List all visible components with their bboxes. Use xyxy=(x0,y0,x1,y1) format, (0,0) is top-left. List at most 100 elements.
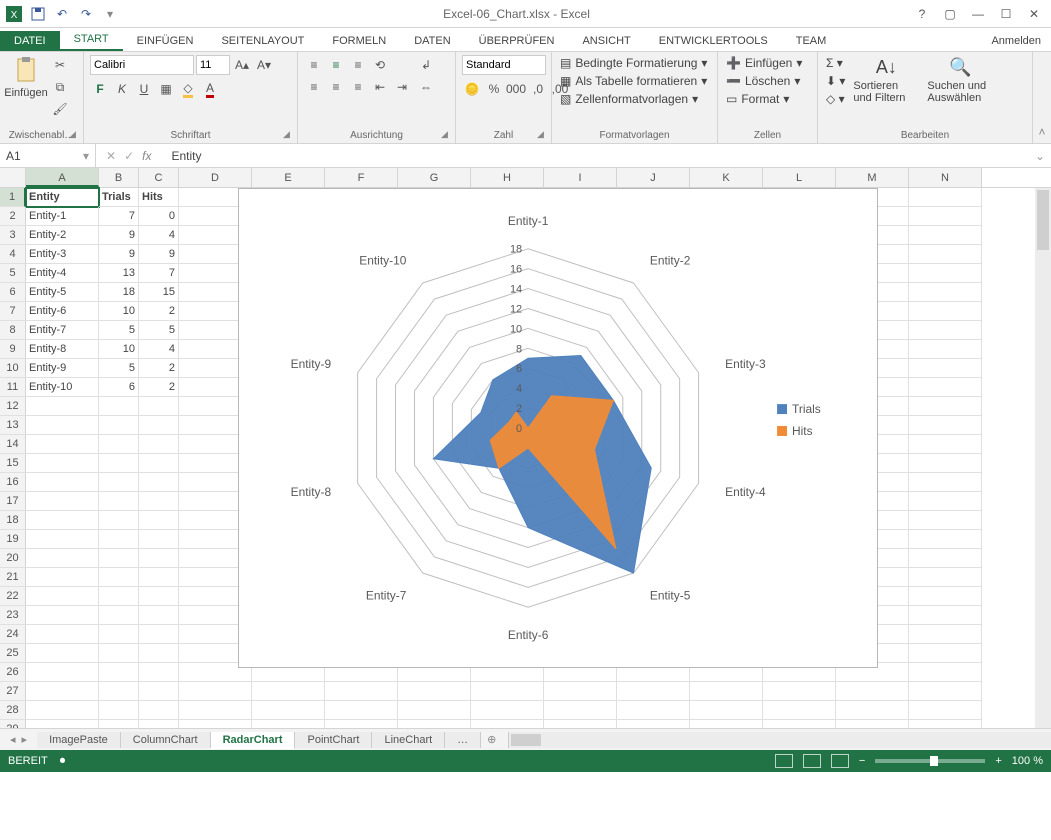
column-header[interactable]: L xyxy=(763,168,836,187)
cell[interactable]: 5 xyxy=(99,359,139,378)
cell[interactable] xyxy=(909,644,982,663)
cell[interactable] xyxy=(690,682,763,701)
cell[interactable] xyxy=(179,720,252,728)
view-normal-icon[interactable] xyxy=(775,754,793,768)
horizontal-scrollbar[interactable] xyxy=(508,732,1051,748)
row-header[interactable]: 24 xyxy=(0,625,26,644)
cell[interactable] xyxy=(26,530,99,549)
cell[interactable] xyxy=(617,682,690,701)
cell[interactable] xyxy=(763,701,836,720)
cell[interactable]: Entity-3 xyxy=(26,245,99,264)
decrease-indent-icon[interactable]: ⇤ xyxy=(370,77,390,97)
cell[interactable] xyxy=(99,416,139,435)
worksheet-grid[interactable]: ABCDEFGHIJKLMN 1EntityTrialsHits2Entity-… xyxy=(0,168,1051,728)
cell[interactable] xyxy=(26,549,99,568)
column-header[interactable]: B xyxy=(99,168,139,187)
cell[interactable] xyxy=(763,682,836,701)
cell[interactable] xyxy=(26,492,99,511)
cell[interactable] xyxy=(26,587,99,606)
cell[interactable]: Entity-5 xyxy=(26,283,99,302)
maximize-icon[interactable]: ☐ xyxy=(993,5,1019,23)
cell[interactable] xyxy=(26,701,99,720)
cell[interactable] xyxy=(26,682,99,701)
sheet-tab-linechart[interactable]: LineChart xyxy=(372,732,445,748)
fx-icon[interactable]: fx xyxy=(142,149,151,163)
cell[interactable]: 7 xyxy=(139,264,179,283)
cell[interactable] xyxy=(139,720,179,728)
font-color-button[interactable]: A xyxy=(200,79,220,99)
save-icon[interactable] xyxy=(30,6,46,22)
orientation-icon[interactable]: ⟲ xyxy=(370,55,390,75)
row-header[interactable]: 26 xyxy=(0,663,26,682)
cell[interactable] xyxy=(179,682,252,701)
column-header[interactable]: D xyxy=(179,168,252,187)
cell[interactable] xyxy=(617,701,690,720)
align-left-icon[interactable]: ≡ xyxy=(304,77,324,97)
column-header[interactable]: M xyxy=(836,168,909,187)
cell[interactable] xyxy=(690,701,763,720)
row-header[interactable]: 23 xyxy=(0,606,26,625)
cell[interactable] xyxy=(139,435,179,454)
fill-color-button[interactable]: ◇ xyxy=(178,79,198,99)
cell[interactable] xyxy=(99,587,139,606)
border-button[interactable]: ▦ xyxy=(156,79,176,99)
cell[interactable] xyxy=(139,549,179,568)
cell[interactable] xyxy=(544,720,617,728)
cell[interactable]: 6 xyxy=(99,378,139,397)
cell[interactable] xyxy=(471,682,544,701)
align-center-icon[interactable]: ≡ xyxy=(326,77,346,97)
cell[interactable] xyxy=(252,682,325,701)
alignment-launcher-icon[interactable]: ◢ xyxy=(441,129,453,141)
delete-cells-button[interactable]: ➖ Löschen ▾ xyxy=(724,73,802,89)
cell[interactable] xyxy=(909,606,982,625)
view-page-layout-icon[interactable] xyxy=(803,754,821,768)
cell[interactable] xyxy=(909,435,982,454)
cell[interactable] xyxy=(398,720,471,728)
bold-button[interactable]: F xyxy=(90,79,110,99)
cell[interactable] xyxy=(836,720,909,728)
tab-start[interactable]: START xyxy=(60,29,123,51)
cell[interactable] xyxy=(26,644,99,663)
cell[interactable]: Entity-8 xyxy=(26,340,99,359)
cell[interactable] xyxy=(909,188,982,207)
signin-link[interactable]: Anmelden xyxy=(981,31,1051,51)
cell[interactable] xyxy=(139,511,179,530)
chart-object[interactable]: Entity-1Entity-2Entity-3Entity-4Entity-5… xyxy=(238,188,878,668)
new-sheet-icon[interactable]: ⊕ xyxy=(481,733,502,746)
cell[interactable]: Entity-6 xyxy=(26,302,99,321)
cell[interactable] xyxy=(909,701,982,720)
cell[interactable] xyxy=(909,720,982,728)
cell[interactable] xyxy=(909,663,982,682)
cell[interactable]: 9 xyxy=(99,245,139,264)
zoom-slider[interactable] xyxy=(875,759,985,763)
cell[interactable] xyxy=(99,511,139,530)
percent-icon[interactable]: % xyxy=(484,79,504,99)
expand-formula-icon[interactable]: ⌄ xyxy=(1029,149,1051,163)
cell[interactable] xyxy=(99,682,139,701)
zoom-level[interactable]: 100 % xyxy=(1012,755,1043,767)
cell[interactable] xyxy=(544,701,617,720)
cell[interactable] xyxy=(909,492,982,511)
cell[interactable]: 15 xyxy=(139,283,179,302)
conditional-format-button[interactable]: ▤ Bedingte Formatierung ▾ xyxy=(558,55,709,71)
cell[interactable] xyxy=(471,701,544,720)
cell[interactable] xyxy=(909,530,982,549)
cell[interactable] xyxy=(139,644,179,663)
row-header[interactable]: 17 xyxy=(0,492,26,511)
cell[interactable] xyxy=(139,606,179,625)
cell[interactable] xyxy=(139,625,179,644)
column-header[interactable]: G xyxy=(398,168,471,187)
format-painter-icon[interactable]: 🖌 xyxy=(50,99,70,119)
grow-font-icon[interactable]: A▴ xyxy=(232,55,252,75)
tab-team[interactable]: TEAM xyxy=(782,31,841,51)
tab-entwicklertools[interactable]: ENTWICKLERTOOLS xyxy=(645,31,782,51)
cell[interactable] xyxy=(690,720,763,728)
font-size-input[interactable] xyxy=(196,55,230,75)
cell[interactable] xyxy=(99,530,139,549)
row-header[interactable]: 8 xyxy=(0,321,26,340)
autosum-button[interactable]: Σ ▾ xyxy=(824,55,847,71)
sheet-tab-radarchart[interactable]: RadarChart xyxy=(211,732,296,749)
cell[interactable] xyxy=(99,720,139,728)
cell[interactable] xyxy=(139,416,179,435)
sheet-nav-prev-icon[interactable]: ◂ xyxy=(10,733,16,746)
